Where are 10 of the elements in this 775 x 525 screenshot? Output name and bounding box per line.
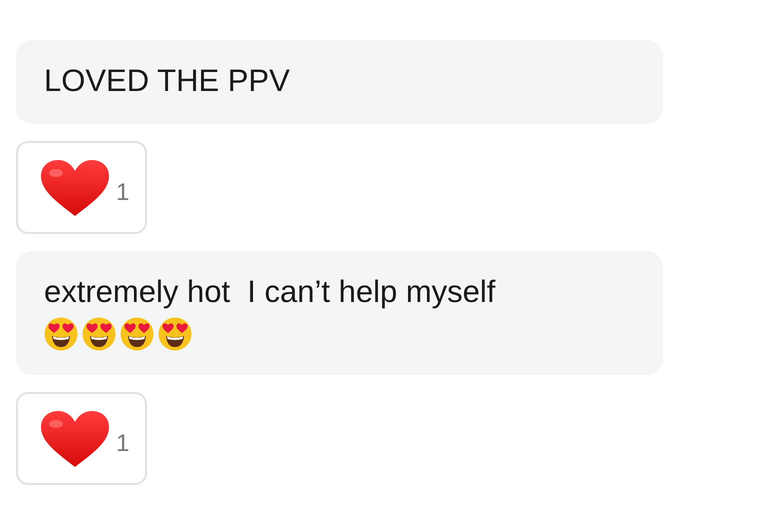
reaction-button[interactable]: 1 xyxy=(16,392,147,485)
heart-eyes-face-icon xyxy=(44,317,78,351)
heart-eyes-face-icon xyxy=(158,317,192,351)
message-text: extremely hot I can’t help myself xyxy=(44,273,496,311)
reaction-button[interactable]: 1 xyxy=(16,141,147,234)
heart-icon xyxy=(40,410,110,468)
heart-eyes-face-icon xyxy=(82,317,116,351)
heart-eyes-face-icon xyxy=(120,317,154,351)
message-text: LOVED THE PPV xyxy=(44,62,291,100)
heart-icon xyxy=(40,158,110,216)
